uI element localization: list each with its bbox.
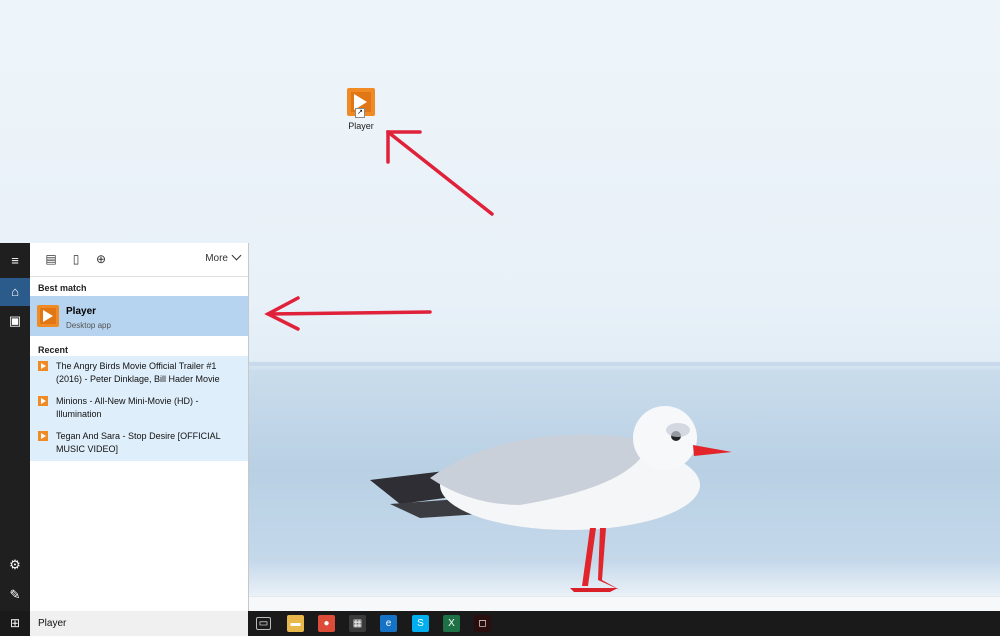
more-label: More [205,253,228,264]
best-match-result[interactable]: Player Desktop app [30,296,248,336]
recent-item-title: Tegan And Sara - Stop Desire [OFFICIAL [56,431,221,441]
chevron-down-icon [231,250,242,261]
recent-item[interactable]: Tegan And Sara - Stop Desire [OFFICIAL M… [30,426,248,461]
best-match-subtitle: Desktop app [66,321,111,330]
notebook-icon[interactable]: ▣ [0,307,30,335]
search-results-panel: ▤ ▯ ⊕ More Best match Player Desktop app… [30,243,249,611]
seagull-image [370,406,732,592]
video-file-icon [38,361,48,371]
recent-list: The Angry Birds Movie Official Trailer #… [30,356,248,461]
taskbar-search-input[interactable]: Player [30,611,248,636]
apps-filter-icon[interactable]: ▤ [44,252,58,266]
recent-item[interactable]: Minions - All-New Mini-Movie (HD) - Illu… [30,391,248,426]
web-filter-icon[interactable]: ⊕ [94,252,108,266]
shortcut-arrow-icon: ↗ [355,108,365,118]
best-match-heading: Best match [38,283,87,293]
recent-item[interactable]: The Angry Birds Movie Official Trailer #… [30,356,248,391]
home-icon[interactable]: ⌂ [0,278,30,306]
sea-horizon [249,362,1000,366]
skype-icon[interactable]: S [412,615,429,632]
taskbar: ⊞ Player ▭ ▬ ● ▦ e S X ◻ [0,611,1000,636]
recent-item-title: The Angry Birds Movie Official Trailer #… [56,361,217,371]
start-button[interactable]: ⊞ [0,611,30,636]
excel-icon[interactable]: X [443,615,460,632]
recent-item-title-cont: (2016) - Peter Dinklage, Bill Hader Movi… [56,373,220,384]
chrome-icon[interactable]: ● [318,615,335,632]
recent-item-title: Minions - All-New Mini-Movie (HD) - [56,396,199,406]
best-match-title: Player [66,306,97,317]
player-app-icon [37,305,59,327]
more-filters-button[interactable]: More [205,250,242,264]
task-view-icon[interactable]: ▭ [256,617,271,630]
feedback-icon[interactable]: ✎ [0,581,30,609]
documents-filter-icon[interactable]: ▯ [69,252,83,266]
shortcut-label: Player [348,121,374,131]
store-icon[interactable]: ▦ [349,615,366,632]
hamburger-menu-icon[interactable]: ≡ [0,247,30,275]
recent-item-title-cont: MUSIC VIDEO] [56,443,119,454]
player-desktop-shortcut[interactable]: ↗ Player [337,88,385,131]
filter-bar: ▤ ▯ ⊕ More [30,243,248,277]
player-app-icon: ↗ [347,88,375,118]
start-rail: ≡ ⌂ ▣ ⚙ ✎ [0,243,30,611]
settings-icon[interactable]: ⚙ [0,551,30,579]
edge-icon[interactable]: e [380,615,397,632]
video-file-icon [38,396,48,406]
recent-item-title-cont: Illumination [56,408,102,419]
video-file-icon [38,431,48,441]
file-explorer-icon[interactable]: ▬ [287,615,304,632]
red-app-icon[interactable]: ◻ [474,615,491,632]
